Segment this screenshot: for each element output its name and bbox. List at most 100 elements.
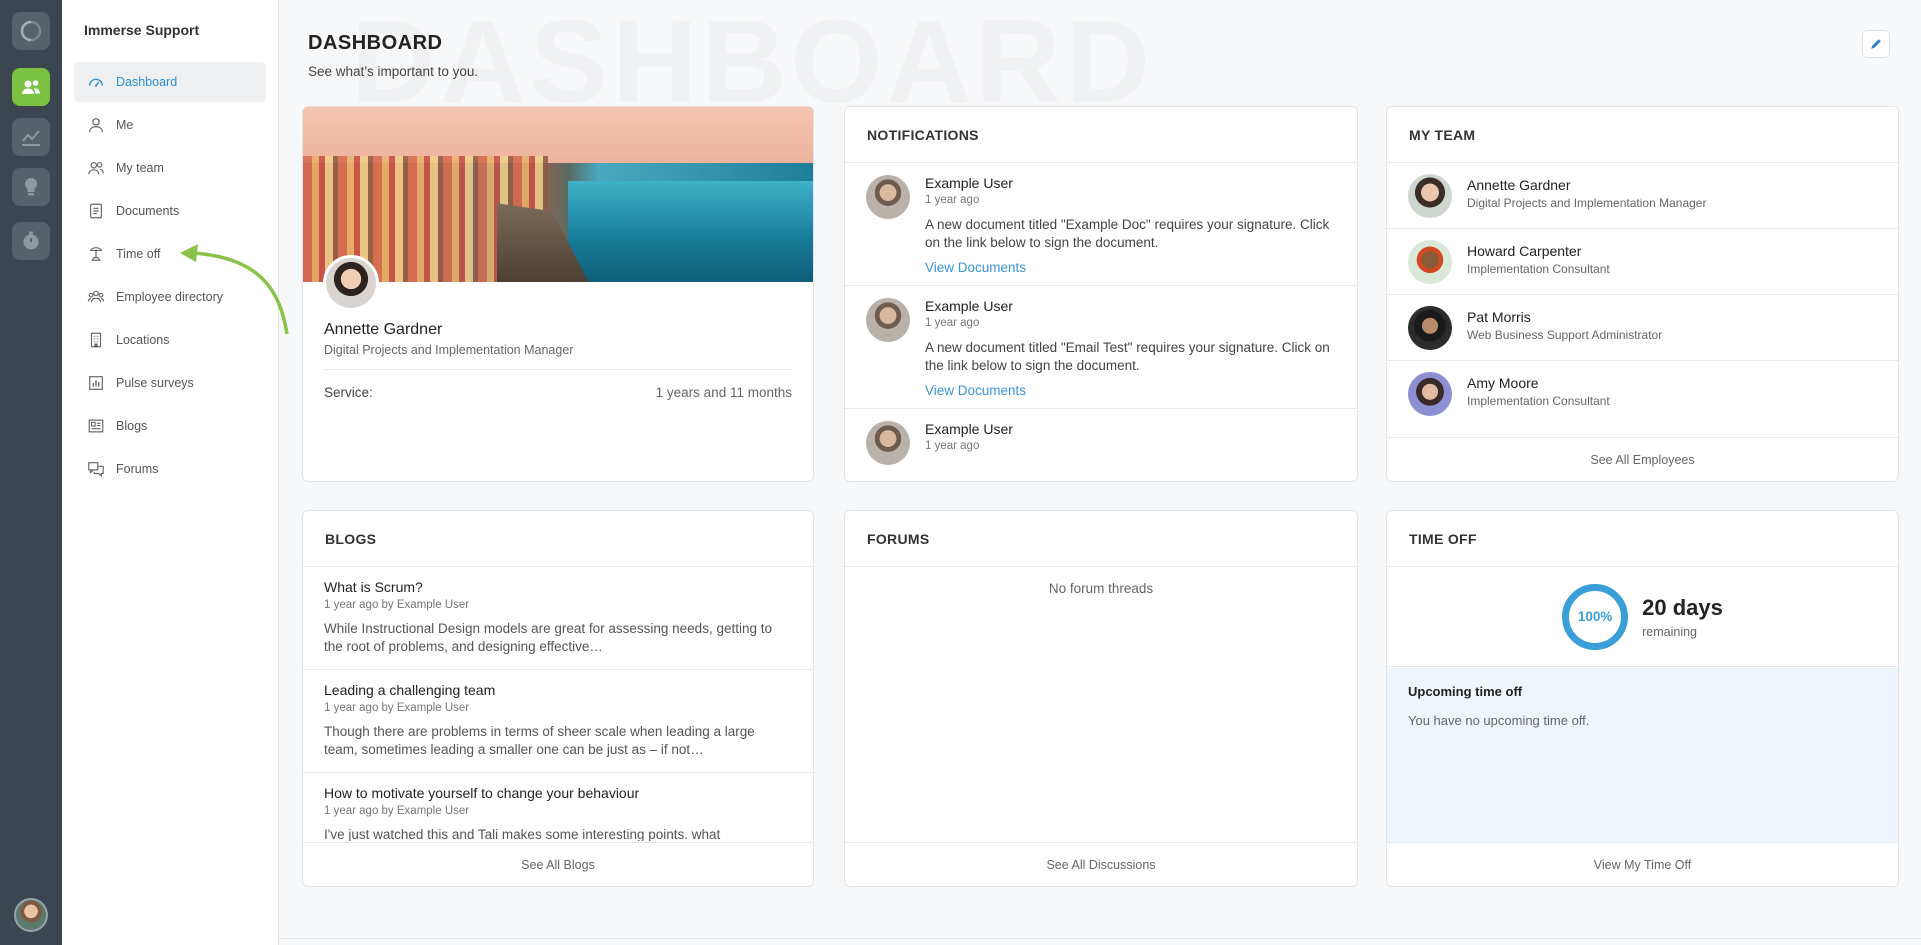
upcoming-title: Upcoming time off [1408,684,1523,699]
blog-excerpt: While Instructional Design models are gr… [324,621,772,654]
team-member[interactable]: Annette Gardner Digital Projects and Imp… [1387,163,1898,229]
newspaper-icon [86,416,106,436]
view-documents-link[interactable]: View Documents [925,260,1337,275]
pointer-arrow-icon [180,244,289,335]
timer-app-icon[interactable] [12,222,50,260]
member-name: Howard Carpenter [1467,243,1582,259]
service-value: 1 years and 11 months [655,385,792,400]
sidebar-item-label: Blogs [116,419,148,433]
sidebar-item-label: Me [116,118,134,132]
app-rail [0,0,62,945]
notification-time: 1 year ago [925,440,980,452]
sidebar-item-label: Locations [116,333,170,347]
profile-card: Annette Gardner Digital Projects and Imp… [302,106,814,482]
sidebar-item-me[interactable]: Me [74,105,266,145]
notifications-card: NOTIFICATIONS Example User 1 year ago A … [844,106,1358,482]
team-member[interactable]: Howard Carpenter Implementation Consulta… [1387,229,1898,295]
notification-item: Example User 1 year ago A new document t… [845,163,1357,286]
document-icon [86,201,106,221]
time-off-icon [86,244,106,264]
notification-user: Example User [925,421,1013,437]
blog-title: Leading a challenging team [324,682,496,698]
team-icon [86,158,106,178]
view-documents-link[interactable]: View Documents [925,383,1337,398]
card-title: BLOGS [303,511,813,567]
building-icon [86,330,106,350]
sidebar-item-blogs[interactable]: Blogs [74,406,266,446]
avatar [1408,174,1452,218]
blog-title: How to motivate yourself to change your … [324,785,640,801]
upcoming-time-off-panel: Upcoming time off You have no upcoming t… [1387,668,1898,842]
time-off-summary: 100% 20 days remaining [1387,567,1898,667]
bar-chart-icon [86,373,106,393]
sidebar-item-label: My team [116,161,164,175]
card-title: MY TEAM [1387,107,1898,163]
card-title: TIME OFF [1387,511,1898,567]
my-team-card: MY TEAM Annette Gardner Digital Projects… [1386,106,1899,482]
person-icon [86,115,106,135]
sidebar-item-dashboard[interactable]: Dashboard [74,62,266,102]
blog-item[interactable]: How to motivate yourself to change your … [303,773,813,841]
service-label: Service: [324,385,373,400]
sidebar-item-documents[interactable]: Documents [74,191,266,231]
sidebar-item-label: Documents [116,204,180,218]
blog-meta: 1 year ago by Example User [324,805,470,817]
blogs-card: BLOGS What is Scrum? 1 year ago by Examp… [302,510,814,887]
member-name: Annette Gardner [1467,177,1571,193]
avatar [866,298,910,342]
notification-item: Example User 1 year ago [845,409,1357,465]
avatar [866,175,910,219]
sidebar-item-label: Forums [116,462,159,476]
empty-state-message: No forum threads [1048,581,1154,596]
sidebar-item-forums[interactable]: Forums [74,449,266,489]
divider [324,369,792,370]
page-subtitle: See what’s important to you. [308,64,479,79]
analytics-app-icon[interactable] [12,118,50,156]
days-remaining: 20 days [1642,594,1723,620]
blog-meta: 1 year ago by Example User [324,599,470,611]
team-member[interactable]: Amy Moore Implementation Consultant [1387,361,1898,427]
blog-item[interactable]: Leading a challenging team 1 year ago by… [303,670,813,773]
notification-message: A new document titled "Example Doc" requ… [925,217,1330,250]
pencil-icon [1871,39,1881,49]
sidebar-item-label: Pulse surveys [116,376,194,390]
notification-user: Example User [925,175,1013,191]
org-name: Immerse Support [84,22,200,38]
notification-message: A new document titled "Email Test" requi… [925,340,1330,373]
time-off-percent-ring: 100% [1562,583,1629,650]
ideas-app-icon[interactable] [12,168,50,206]
member-role: Digital Projects and Implementation Mana… [1467,196,1707,210]
edit-dashboard-button[interactable] [1862,30,1890,58]
blog-excerpt: I've just watched this and Tali makes so… [324,827,721,841]
see-all-blogs-link[interactable]: See All Blogs [303,842,813,886]
see-all-employees-link[interactable]: See All Employees [1387,437,1898,481]
upcoming-text: You have no upcoming time off. [1408,713,1590,728]
avatar [1408,306,1452,350]
member-role: Implementation Consultant [1467,262,1610,276]
avatar [1408,372,1452,416]
people-app-icon[interactable] [12,68,50,106]
sidebar-item-label: Dashboard [116,75,178,89]
blog-meta: 1 year ago by Example User [324,702,470,714]
sidebar: Immerse Support Dashboard Me My team Doc… [62,0,279,945]
profile-banner-image [303,107,813,282]
profile-name: Annette Gardner [324,321,443,338]
profile-role: Digital Projects and Implementation Mana… [324,343,574,357]
user-avatar[interactable] [14,898,48,932]
view-my-time-off-link[interactable]: View My Time Off [1387,842,1898,886]
forums-card: FORUMS No forum threads See All Discussi… [844,510,1358,887]
sidebar-item-my-team[interactable]: My team [74,148,266,188]
blog-item[interactable]: What is Scrum? 1 year ago by Example Use… [303,567,813,670]
notification-time: 1 year ago [925,317,980,329]
notification-time: 1 year ago [925,194,980,206]
divider [279,938,1921,939]
notification-user: Example User [925,298,1013,314]
main-content: DASHBOARD DASHBOARD See what’s important… [279,0,1921,945]
see-all-discussions-link[interactable]: See All Discussions [845,842,1357,886]
sidebar-item-pulse-surveys[interactable]: Pulse surveys [74,363,266,403]
team-member[interactable]: Pat Morris Web Business Support Administ… [1387,295,1898,361]
avatar [1408,240,1452,284]
member-role: Implementation Consultant [1467,394,1610,408]
member-name: Pat Morris [1467,309,1531,325]
app-logo-icon[interactable] [12,12,50,50]
